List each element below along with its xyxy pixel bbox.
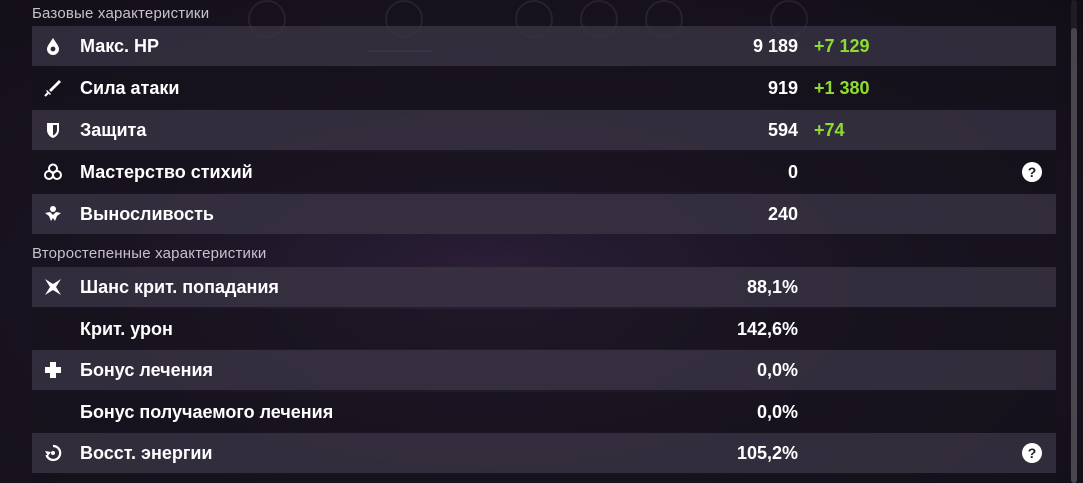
- stat-label: Крит. урон: [80, 319, 173, 339]
- base-stats-title: Базовые характеристики: [32, 5, 210, 22]
- stat-row-partial: [32, 475, 1056, 483]
- stat-value: 240: [767, 204, 798, 224]
- energy-recharge-icon: [44, 444, 62, 462]
- stat-label: Шанс крит. попадания: [80, 277, 279, 297]
- elemental-mastery-icon: [44, 163, 62, 181]
- stat-label: Восст. энергии: [80, 443, 213, 463]
- shield-icon: [44, 121, 62, 139]
- stat-value: 88,1%: [746, 277, 798, 297]
- stat-label: Мастерство стихий: [80, 162, 253, 182]
- scrollbar-thumb[interactable]: [1071, 28, 1077, 483]
- stat-row-stamina: Выносливость 240: [32, 194, 1056, 234]
- stat-label: Бонус лечения: [80, 360, 214, 380]
- stat-value: 0: [787, 162, 798, 182]
- stamina-icon: [44, 205, 62, 223]
- stat-label: Макс. HP: [80, 36, 160, 56]
- stat-value: 594: [767, 120, 798, 140]
- stat-row-max-hp: Макс. HP 9 189 +7 129: [32, 26, 1056, 66]
- hp-drop-icon: [44, 37, 62, 55]
- stat-label: Выносливость: [80, 204, 214, 224]
- stat-label: Бонус получаемого лечения: [80, 402, 334, 422]
- sword-icon: [44, 79, 62, 97]
- secondary-stats-title: Второстепенные характеристики: [32, 245, 267, 262]
- stat-row-energy-recharge: Восст. энергии 105,2% ?: [32, 433, 1056, 473]
- stat-label: Защита: [80, 120, 147, 140]
- stat-label: Сила атаки: [80, 78, 180, 98]
- stat-value: 105,2%: [736, 443, 798, 463]
- stat-bonus: +1 380: [814, 78, 870, 98]
- stat-row-crit-dmg: Крит. урон 142,6%: [32, 309, 1056, 349]
- stat-row-defense: Защита 594 +74: [32, 110, 1056, 150]
- stat-bonus: +74: [814, 120, 845, 140]
- crit-rate-icon: [44, 278, 62, 296]
- stat-row-crit-rate: Шанс крит. попадания 88,1%: [32, 267, 1056, 307]
- stat-row-attack: Сила атаки 919 +1 380: [32, 68, 1056, 108]
- stat-value: 0,0%: [756, 360, 798, 380]
- healing-cross-icon: [44, 361, 62, 379]
- stats-panel: Базовые характеристики Макс. HP 9 189 +7…: [32, 0, 1056, 483]
- stat-value: 9 189: [752, 36, 798, 56]
- stat-value: 142,6%: [736, 319, 798, 339]
- stat-row-elemental-mastery: Мастерство стихий 0 ?: [32, 152, 1056, 192]
- stat-row-healing-bonus: Бонус лечения 0,0%: [32, 350, 1056, 390]
- help-button[interactable]: ?: [1022, 443, 1042, 463]
- help-button[interactable]: ?: [1022, 162, 1042, 182]
- stat-value: 0,0%: [756, 402, 798, 422]
- stat-row-incoming-healing: Бонус получаемого лечения 0,0%: [32, 392, 1056, 432]
- stat-value: 919: [767, 78, 798, 98]
- stat-bonus: +7 129: [814, 36, 870, 56]
